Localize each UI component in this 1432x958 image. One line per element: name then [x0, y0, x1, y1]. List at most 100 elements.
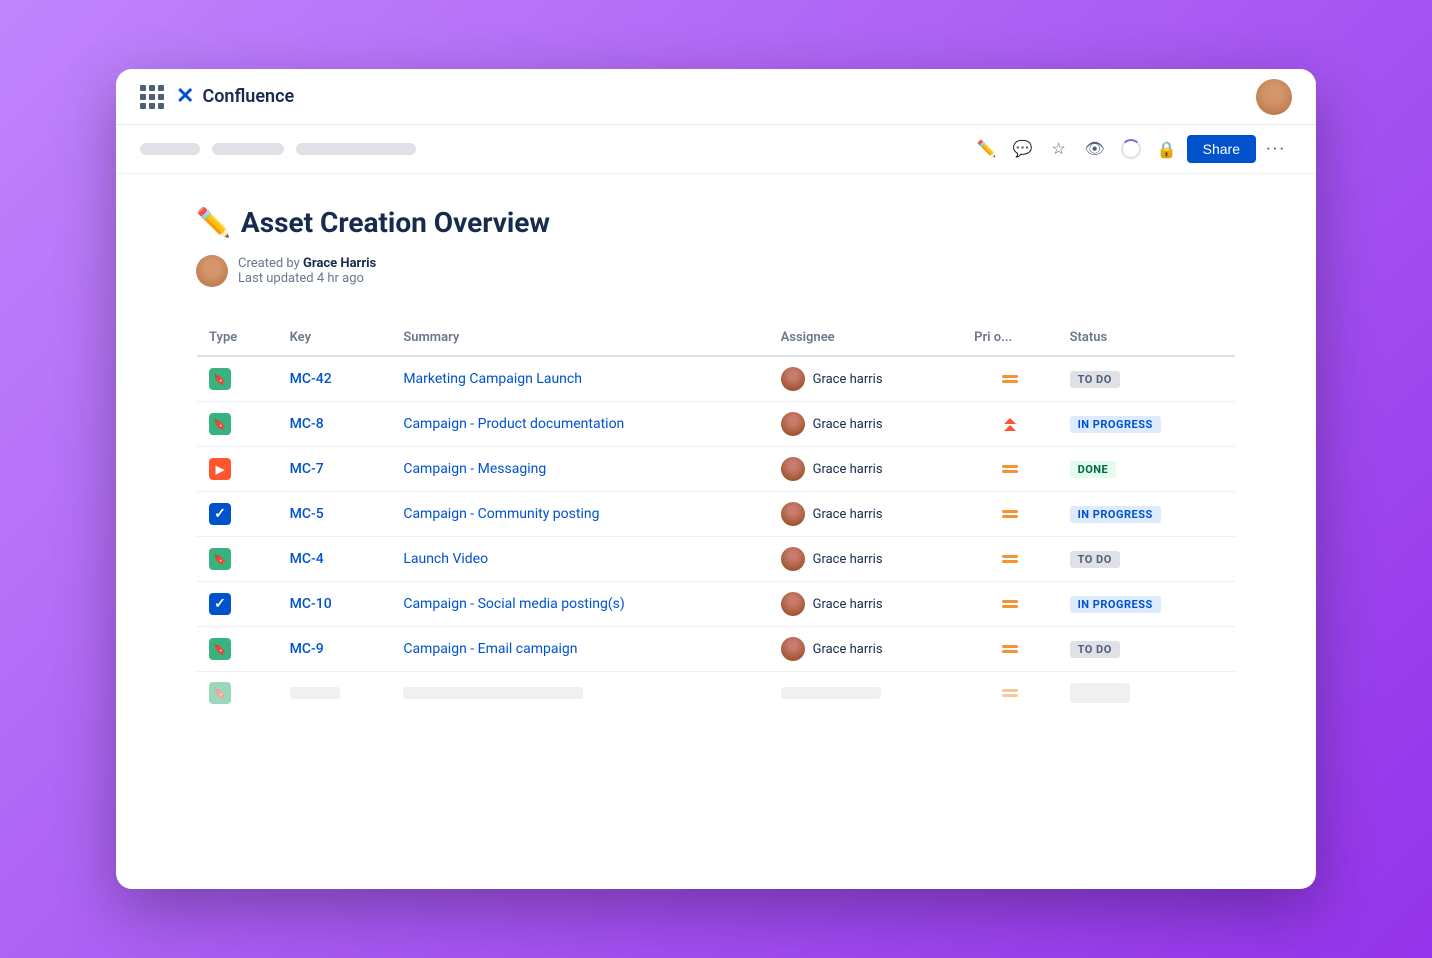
type-story-icon: 🔖 — [209, 638, 231, 660]
cell-priority — [962, 537, 1057, 582]
table-row: 🔖 MC-8 Campaign - Product documentation … — [197, 402, 1236, 447]
cell-key[interactable]: MC-5 — [278, 492, 392, 537]
grid-menu-icon[interactable] — [140, 85, 164, 109]
comment-icon[interactable]: 💬 — [1007, 133, 1039, 165]
cell-key[interactable]: MC-10 — [278, 582, 392, 627]
type-story-icon: 🔖 — [209, 413, 231, 435]
col-assignee: Assignee — [769, 320, 963, 357]
confluence-logo[interactable]: ✕ Confluence — [176, 84, 294, 109]
updated-text: Last updated 4 hr ago — [238, 271, 364, 286]
cell-summary[interactable]: Campaign - Social media posting(s) — [391, 582, 768, 627]
user-avatar[interactable] — [1256, 79, 1292, 115]
col-type: Type — [197, 320, 278, 357]
assignee-name: Grace harris — [813, 372, 883, 387]
breadcrumb-1 — [140, 143, 200, 155]
cell-priority — [962, 447, 1057, 492]
star-icon[interactable]: ☆ — [1043, 133, 1075, 165]
issue-summary-text[interactable]: Campaign - Messaging — [403, 461, 546, 477]
issue-key-link[interactable]: MC-42 — [290, 371, 332, 387]
more-options-button[interactable]: ··· — [1260, 133, 1292, 165]
issues-table: Type Key Summary Assignee Pri o... Statu… — [196, 319, 1236, 715]
type-task-icon: ✓ — [209, 593, 231, 615]
priority-high-icon — [974, 418, 1045, 431]
issue-key-link[interactable]: MC-10 — [290, 596, 332, 612]
cell-key-partial — [278, 672, 392, 715]
col-key: Key — [278, 320, 392, 357]
issue-summary-text[interactable]: Launch Video — [403, 551, 488, 567]
table-row-partial: 🔖 — [197, 672, 1236, 715]
cell-status-partial — [1058, 672, 1236, 715]
status-badge: TO DO — [1070, 551, 1120, 568]
assignee-cell: Grace harris — [781, 457, 951, 481]
cell-type: 🔖 — [197, 356, 278, 402]
cell-summary[interactable]: Marketing Campaign Launch — [391, 356, 768, 402]
edit-icon[interactable]: ✏️ — [971, 133, 1003, 165]
col-status: Status — [1058, 320, 1236, 357]
priority-medium-icon — [974, 510, 1045, 518]
assignee-name: Grace harris — [813, 417, 883, 432]
cell-summary[interactable]: Campaign - Email campaign — [391, 627, 768, 672]
status-badge: IN PROGRESS — [1070, 506, 1161, 523]
cell-key[interactable]: MC-8 — [278, 402, 392, 447]
assignee-avatar — [781, 457, 805, 481]
issue-summary-text[interactable]: Campaign - Email campaign — [403, 641, 577, 657]
cell-assignee: Grace harris — [769, 492, 963, 537]
confluence-name: Confluence — [202, 86, 294, 107]
author-avatar — [196, 255, 228, 287]
cell-summary[interactable]: Campaign - Product documentation — [391, 402, 768, 447]
cell-assignee: Grace harris — [769, 537, 963, 582]
cell-priority-partial — [962, 672, 1057, 715]
lock-icon[interactable]: 🔒 — [1151, 133, 1183, 165]
type-story-icon: 🔖 — [209, 368, 231, 390]
issue-summary-text[interactable]: Marketing Campaign Launch — [403, 371, 582, 387]
cell-status: IN PROGRESS — [1058, 582, 1236, 627]
cell-assignee: Grace harris — [769, 627, 963, 672]
priority-medium-icon — [974, 645, 1045, 653]
watch-icon[interactable]: 👁 — [1079, 133, 1111, 165]
type-task-icon: ✓ — [209, 503, 231, 525]
cell-summary[interactable]: Campaign - Community posting — [391, 492, 768, 537]
type-story-icon-partial: 🔖 — [209, 682, 231, 704]
issue-key-link[interactable]: MC-9 — [290, 641, 324, 657]
nav-left: ✕ Confluence — [140, 84, 294, 109]
table-row: 🔖 MC-42 Marketing Campaign Launch Grace … — [197, 356, 1236, 402]
cell-key[interactable]: MC-4 — [278, 537, 392, 582]
status-badge: TO DO — [1070, 641, 1120, 658]
issue-key-link[interactable]: MC-7 — [290, 461, 324, 477]
issue-summary-text[interactable]: Campaign - Product documentation — [403, 416, 624, 432]
issue-key-link[interactable]: MC-4 — [290, 551, 324, 567]
issue-key-link[interactable]: MC-5 — [290, 506, 324, 522]
cell-summary[interactable]: Launch Video — [391, 537, 768, 582]
toolbar: ✏️ 💬 ☆ 👁 🔒 Share ··· — [116, 125, 1316, 174]
cell-type: 🔖 — [197, 627, 278, 672]
issue-key-link[interactable]: MC-8 — [290, 416, 324, 432]
assignee-cell: Grace harris — [781, 367, 951, 391]
issue-summary-text[interactable]: Campaign - Community posting — [403, 506, 599, 522]
assignee-cell: Grace harris — [781, 502, 951, 526]
cell-status: IN PROGRESS — [1058, 402, 1236, 447]
cell-type: ▶ — [197, 447, 278, 492]
breadcrumb-3 — [296, 143, 416, 155]
cell-assignee: Grace harris — [769, 582, 963, 627]
page-title-text: Asset Creation Overview — [241, 206, 550, 239]
page-meta: Created by Grace Harris Last updated 4 h… — [196, 255, 1236, 287]
col-summary: Summary — [391, 320, 768, 357]
cell-key[interactable]: MC-42 — [278, 356, 392, 402]
issue-summary-text[interactable]: Campaign - Social media posting(s) — [403, 596, 624, 612]
page-meta-text: Created by Grace Harris Last updated 4 h… — [238, 256, 376, 286]
table-row: ▶ MC-7 Campaign - Messaging Grace harris… — [197, 447, 1236, 492]
assignee-avatar — [781, 637, 805, 661]
assignee-avatar — [781, 412, 805, 436]
cell-summary[interactable]: Campaign - Messaging — [391, 447, 768, 492]
status-badge: IN PROGRESS — [1070, 596, 1161, 613]
cell-key[interactable]: MC-7 — [278, 447, 392, 492]
cell-status: TO DO — [1058, 537, 1236, 582]
assignee-name: Grace harris — [813, 507, 883, 522]
created-by-label: Created by — [238, 256, 300, 271]
cell-key[interactable]: MC-9 — [278, 627, 392, 672]
cell-type: ✓ — [197, 582, 278, 627]
page-content: ✏️ Asset Creation Overview Created by Gr… — [116, 174, 1316, 747]
share-button[interactable]: Share — [1187, 135, 1256, 163]
status-badge: DONE — [1070, 461, 1117, 478]
top-nav: ✕ Confluence — [116, 69, 1316, 125]
